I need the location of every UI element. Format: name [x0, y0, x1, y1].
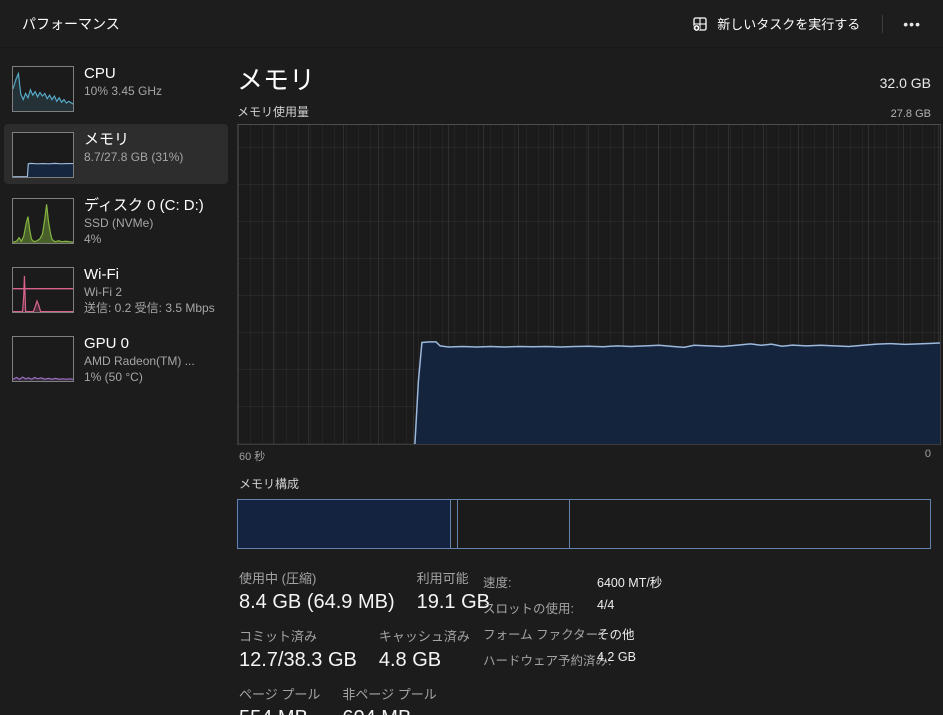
cached-value: 4.8 GB [379, 647, 470, 673]
hw-reserved-label: ハードウェア予約済み: [483, 650, 597, 669]
sidebar-item-detail: SSD (NVMe) [84, 215, 204, 231]
sidebar-item-detail: 1% (50 °C) [84, 369, 195, 385]
sidebar-item-label: ディスク 0 (C: D:) [84, 196, 204, 215]
non-paged-pool-value: 604 MB [342, 705, 436, 715]
speed-value: 6400 MT/秒 [597, 572, 662, 591]
panel-title: メモリ [237, 64, 315, 96]
x-axis-left-label: 60 秒 [239, 448, 265, 464]
composition-segment-1 [238, 500, 450, 548]
page-title: パフォーマンス [22, 14, 120, 34]
form-factor-label: フォーム ファクター: [483, 624, 597, 643]
x-axis-right-label: 0 [925, 448, 931, 464]
total-memory-value: 32.0 GB [880, 75, 931, 91]
hw-reserved-value: 4.2 GB [597, 650, 636, 669]
sidebar-item-label: Wi-Fi [84, 265, 215, 284]
run-new-task-button[interactable]: 新しいタスクを実行する [682, 8, 870, 39]
sidebar-item-detail: 10% 3.45 GHz [84, 83, 162, 99]
cached-label: キャッシュ済み [379, 629, 470, 645]
header-divider [882, 15, 883, 33]
memory-composition-label: メモリ構成 [239, 475, 941, 492]
available-label: 利用可能 [417, 571, 490, 587]
sidebar-item-label: メモリ [84, 130, 183, 149]
memory-composition-bar [237, 499, 931, 549]
composition-segment-3 [457, 500, 569, 548]
sidebar-item-detail: 8.7/27.8 GB (31%) [84, 149, 183, 165]
wifi-sparkline-chart [12, 267, 74, 313]
new-task-icon [692, 16, 708, 32]
more-options-button[interactable]: ••• [895, 12, 929, 36]
sidebar-item-label: CPU [84, 64, 162, 83]
composition-segment-4 [569, 500, 930, 548]
sidebar-item-detail: 4% [84, 231, 204, 247]
slots-used-label: スロットの使用: [483, 598, 597, 617]
sidebar-item-disk0[interactable]: ディスク 0 (C: D:) SSD (NVMe) 4% [4, 190, 228, 253]
in-use-label: 使用中 (圧縮) [239, 571, 395, 587]
page-header: パフォーマンス 新しいタスクを実行する ••• [0, 0, 943, 48]
memory-usage-chart [237, 124, 941, 445]
sidebar-item-gpu0[interactable]: GPU 0 AMD Radeon(TM) ... 1% (50 °C) [4, 328, 228, 391]
performance-sidebar: CPU 10% 3.45 GHz メモリ 8.7/27.8 GB (31%) デ… [0, 48, 230, 715]
sidebar-item-cpu[interactable]: CPU 10% 3.45 GHz [4, 58, 228, 118]
sidebar-item-detail: AMD Radeon(TM) ... [84, 353, 195, 369]
sidebar-item-label: GPU 0 [84, 334, 195, 353]
gpu-sparkline-chart [12, 336, 74, 382]
memory-usage-series [238, 125, 940, 444]
memory-usage-chart-label: メモリ使用量 [237, 103, 309, 120]
sidebar-item-wifi[interactable]: Wi-Fi Wi-Fi 2 送信: 0.2 受信: 3.5 Mbps [4, 259, 228, 322]
run-new-task-label: 新しいタスクを実行する [717, 14, 860, 33]
task-manager-window: パフォーマンス 新しいタスクを実行する ••• [0, 0, 943, 715]
non-paged-pool-label: 非ページ プール [342, 687, 436, 703]
form-factor-value: その他 [597, 624, 635, 643]
available-value: 19.1 GB [417, 589, 490, 615]
memory-stats-right: 速度: 6400 MT/秒 スロットの使用: 4/4 フォーム ファクター: そ… [483, 571, 662, 715]
cpu-sparkline-chart [12, 66, 74, 112]
disk-sparkline-chart [12, 198, 74, 244]
memory-sparkline-chart [12, 132, 74, 178]
memory-detail-panel: メモリ 32.0 GB メモリ使用量 27.8 GB 60 秒 0 メモリ構成 [230, 48, 943, 715]
sidebar-item-detail: 送信: 0.2 受信: 3.5 Mbps [84, 300, 215, 316]
chart-max-value: 27.8 GB [891, 108, 931, 120]
speed-label: 速度: [483, 572, 597, 591]
slots-used-value: 4/4 [597, 598, 614, 617]
paged-pool-value: 554 MB [239, 705, 320, 715]
sidebar-item-memory[interactable]: メモリ 8.7/27.8 GB (31%) [4, 124, 228, 184]
in-use-value: 8.4 GB (64.9 MB) [239, 589, 395, 615]
header-actions: 新しいタスクを実行する ••• [682, 8, 929, 39]
paged-pool-label: ページ プール [239, 687, 320, 703]
sidebar-item-detail: Wi-Fi 2 [84, 284, 215, 300]
memory-stats-left: 使用中 (圧縮) 8.4 GB (64.9 MB) 利用可能 19.1 GB コ… [239, 571, 483, 715]
committed-value: 12.7/38.3 GB [239, 647, 357, 673]
committed-label: コミット済み [239, 629, 357, 645]
